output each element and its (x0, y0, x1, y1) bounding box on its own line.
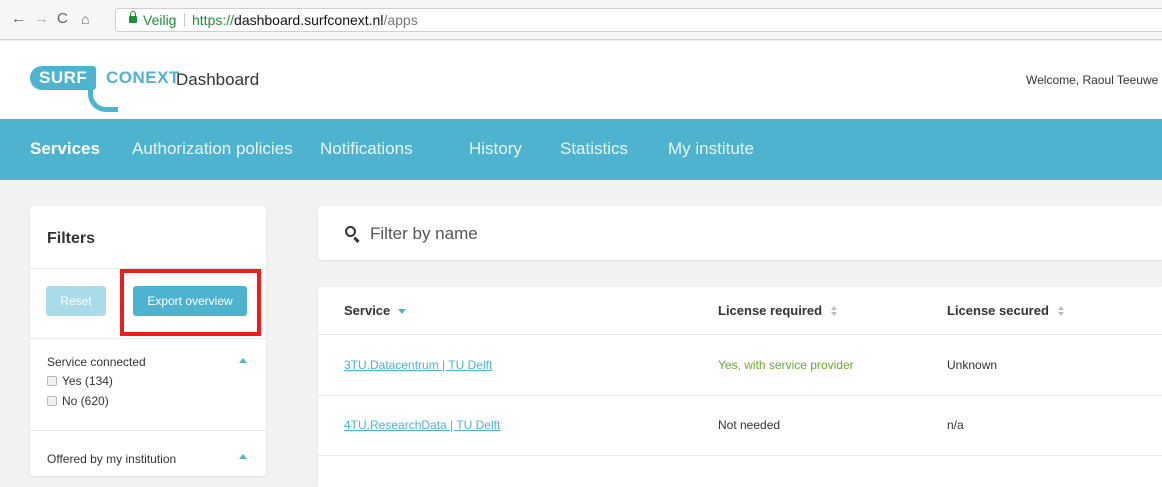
address-bar[interactable]: Veilig https://dashboard.surfconext.nl/a… (115, 8, 1162, 32)
reload-icon[interactable]: C (57, 11, 68, 27)
url-path: /apps (383, 12, 418, 28)
back-arrow-icon[interactable]: ← (11, 11, 26, 27)
nav-item-services[interactable]: Services (30, 139, 100, 159)
services-table: Service License required License secured… (318, 287, 1162, 487)
filter-option-label: No (620) (62, 394, 109, 408)
filters-panel: Filters Reset Export overview Service co… (30, 206, 266, 476)
filter-option-yes[interactable]: Yes (134) (47, 374, 113, 388)
service-link[interactable]: 3TU.Datacentrum | TU Delft (344, 358, 492, 372)
sort-descending-icon (398, 309, 407, 314)
filter-option-no[interactable]: No (620) (47, 394, 109, 408)
url-text[interactable]: https://dashboard.surfconext.nl/apps (192, 9, 418, 31)
license-secured-value: Unknown (947, 358, 998, 372)
nav-item-statistics[interactable]: Statistics (560, 139, 628, 159)
logo-surf-text: SURF (30, 66, 97, 90)
welcome-message[interactable]: Welcome, Raoul Teeuwe (1026, 73, 1162, 87)
app-header: SURF CONEXT Dashboard Welcome, Raoul Tee… (0, 41, 1162, 119)
app-title: Dashboard (176, 70, 260, 89)
reset-button[interactable]: Reset (46, 286, 106, 316)
column-header-license-required[interactable]: License required (718, 303, 838, 318)
checkbox[interactable] (47, 376, 57, 386)
home-icon[interactable]: ⌂ (81, 11, 89, 27)
column-header-label: License required (718, 303, 823, 318)
filter-section-title: Service connected (47, 355, 146, 369)
browser-toolbar: ← → C ⌂ Veilig https://dashboard.surfcon… (0, 0, 1162, 40)
checkbox[interactable] (47, 396, 57, 406)
nav-item-notifications[interactable]: Notifications (320, 139, 413, 159)
license-required-value: Not needed (718, 418, 781, 432)
divider (30, 430, 266, 431)
url-scheme: https:// (192, 12, 235, 28)
license-secured-value: n/a (947, 418, 964, 432)
nav-item-my-institute[interactable]: My institute (668, 139, 754, 159)
filter-option-label: Yes (134) (62, 374, 113, 388)
logo-conext-text: CONEXT (106, 68, 180, 87)
highlight-annotation (120, 269, 261, 336)
column-header-service[interactable]: Service (344, 303, 407, 318)
search-icon (345, 226, 356, 237)
service-link[interactable]: 4TU.ResearchData | TU Delft (344, 418, 500, 432)
lock-icon (129, 11, 137, 23)
row-divider (318, 395, 1162, 396)
collapse-caret-icon[interactable] (239, 454, 247, 459)
url-host: dashboard.surfconext.nl (234, 12, 384, 28)
divider (30, 338, 266, 339)
sort-icon (1057, 306, 1065, 316)
secure-label: Veilig (143, 12, 177, 28)
collapse-caret-icon[interactable] (239, 358, 247, 363)
nav-item-authorization-policies[interactable]: Authorization policies (132, 139, 293, 159)
search-panel (318, 206, 1162, 260)
address-separator (184, 13, 185, 27)
row-divider (318, 455, 1162, 456)
search-input[interactable] (370, 222, 1130, 246)
license-required-value: Yes, with service provider (718, 358, 854, 372)
column-header-license-secured[interactable]: License secured (947, 303, 1065, 318)
filters-title: Filters (47, 230, 96, 247)
nav-item-history[interactable]: History (469, 139, 522, 159)
column-header-label: License secured (947, 303, 1049, 318)
filter-section-title: Offered by my institution (47, 452, 177, 466)
main-nav: Services Authorization policies Notifica… (0, 119, 1162, 180)
row-divider (318, 334, 1162, 335)
forward-arrow-icon[interactable]: → (34, 11, 49, 27)
column-header-label: Service (344, 303, 391, 318)
sort-icon (831, 306, 838, 316)
